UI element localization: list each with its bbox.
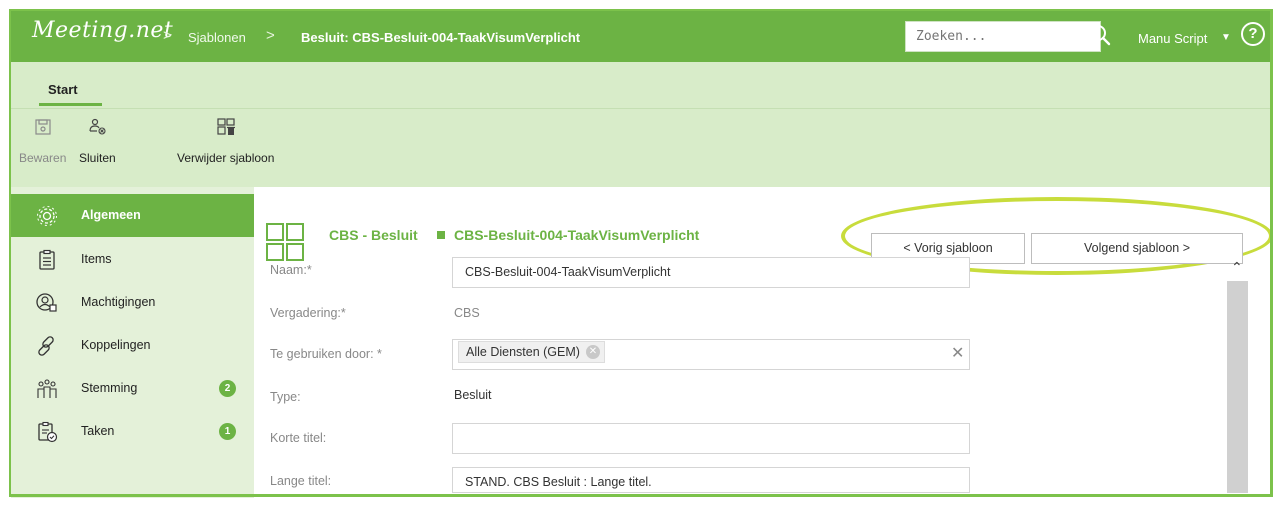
app-logo[interactable]: Meeting.net	[32, 18, 173, 43]
selected-tag: Alle Diensten (GEM)	[458, 341, 605, 363]
korte-titel-input[interactable]	[452, 423, 970, 454]
taken-count-badge: 1	[219, 423, 236, 440]
breadcrumb-sjablonen[interactable]: Sjablonen	[188, 30, 246, 45]
type-label: Type:	[270, 390, 301, 404]
sidebar: Algemeen Items Machtigingen Koppelingen	[11, 187, 254, 498]
users-lock-icon	[36, 293, 57, 312]
link-icon	[38, 336, 54, 356]
title-separator	[437, 231, 445, 239]
sidebar-item-algemeen[interactable]: Algemeen	[11, 194, 254, 237]
search-icon[interactable]	[1088, 23, 1112, 47]
scroll-up-icon[interactable]: ⌃	[1231, 259, 1243, 276]
delete-template-icon	[217, 118, 235, 135]
close-button[interactable]: Sluiten	[79, 117, 116, 165]
gear-icon	[37, 206, 57, 226]
vergadering-value: CBS	[454, 306, 480, 320]
template-icon	[266, 223, 304, 261]
lange-titel-label: Lange titel:	[270, 474, 332, 488]
frame-left-border	[9, 9, 11, 497]
search-box[interactable]	[905, 21, 1101, 52]
template-type-title: CBS - Besluit	[329, 227, 418, 243]
sidebar-item-items[interactable]: Items	[11, 238, 254, 281]
clipboard-list-icon	[39, 249, 55, 270]
stemming-count-badge: 2	[219, 380, 236, 397]
close-user-icon	[89, 118, 106, 135]
template-name-title: CBS-Besluit-004-TaakVisumVerplicht	[454, 227, 700, 243]
sidebar-item-koppelingen[interactable]: Koppelingen	[11, 324, 254, 367]
gebruiken-label: Te gebruiken door: *	[270, 347, 382, 361]
voters-icon	[37, 379, 57, 398]
sidebar-item-machtigingen[interactable]: Machtigingen	[11, 281, 254, 324]
breadcrumb-separator: >	[163, 27, 172, 44]
naam-label: Naam:*	[270, 263, 312, 277]
user-menu[interactable]: Manu Script	[1138, 31, 1207, 46]
delete-template-button[interactable]: Verwijder sjabloon	[177, 117, 274, 165]
sidebar-item-stemming[interactable]: Stemming 2	[11, 367, 254, 410]
chevron-down-icon[interactable]: ▼	[1221, 32, 1231, 43]
scrollbar-thumb[interactable]	[1227, 281, 1248, 493]
next-template-button[interactable]: Volgend sjabloon >	[1031, 233, 1243, 264]
frame-bottom-border	[9, 494, 1273, 497]
lange-titel-input[interactable]: STAND. CBS Besluit : Lange titel.	[452, 467, 970, 493]
tab-active-indicator	[39, 103, 102, 106]
ribbon: Start Bewaren Sluiten Verwijder sjabloon	[11, 62, 1270, 187]
clear-icon[interactable]: ✕	[951, 343, 964, 363]
korte-titel-label: Korte titel:	[270, 431, 327, 445]
sidebar-item-taken[interactable]: Taken 1	[11, 410, 254, 453]
frame-right-border	[1270, 9, 1273, 497]
breadcrumb-current: Besluit: CBS-Besluit-004-TaakVisumVerpli…	[301, 30, 581, 45]
tab-start[interactable]: Start	[48, 82, 78, 97]
search-input[interactable]	[906, 22, 1100, 51]
save-button[interactable]: Bewaren	[19, 117, 66, 165]
save-icon	[35, 119, 51, 135]
help-icon[interactable]: ?	[1241, 22, 1265, 46]
naam-input[interactable]: CBS-Besluit-004-TaakVisumVerplicht	[452, 257, 970, 288]
ribbon-divider	[11, 108, 1270, 109]
remove-tag-icon[interactable]: ✕	[586, 345, 600, 359]
type-value: Besluit	[454, 388, 492, 402]
vergadering-label: Vergadering:*	[270, 306, 346, 320]
breadcrumb-separator: >	[266, 27, 275, 44]
clipboard-check-icon	[38, 421, 58, 443]
